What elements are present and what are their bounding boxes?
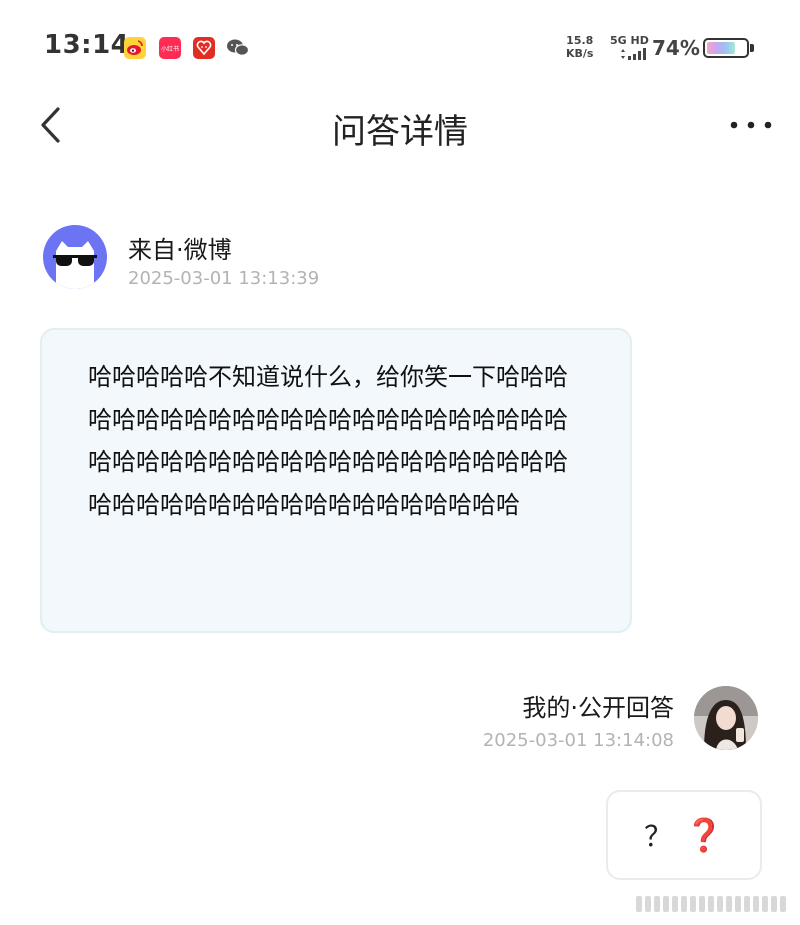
network-type: 5G HD	[610, 34, 649, 47]
network-speed-unit: KB/s	[566, 47, 594, 60]
more-dots-icon	[730, 121, 772, 129]
status-bar: 13:14 小红书 15.8 KB/s 5G HD 74%	[0, 0, 800, 92]
asker-avatar[interactable]	[43, 225, 107, 289]
svg-text:小红书: 小红书	[161, 45, 179, 53]
watermark-logo	[636, 896, 786, 912]
user-photo-icon	[694, 686, 758, 750]
network-speed-value: 15.8	[566, 34, 594, 47]
question-text: 哈哈哈哈哈不知道说什么，给你笑一下哈哈哈哈哈哈哈哈哈哈哈哈哈哈哈哈哈哈哈哈哈哈哈…	[88, 363, 568, 519]
more-button[interactable]	[724, 110, 778, 140]
anonymous-cat-sunglasses-icon	[53, 241, 97, 289]
answer-source: 我的·公开回答	[522, 694, 674, 722]
my-avatar[interactable]	[694, 686, 758, 750]
question-source: 来自·微博	[128, 236, 232, 264]
answer-timestamp: 2025-03-01 13:14:08	[482, 730, 674, 751]
battery-level	[707, 42, 736, 54]
status-time: 13:14	[44, 30, 130, 60]
answer-bubble: ？ ❓	[606, 790, 762, 880]
signal-icon	[621, 48, 646, 60]
question-timestamp: 2025-03-01 13:13:39	[128, 268, 320, 289]
battery-icon	[703, 38, 749, 58]
wechat-icon	[226, 37, 250, 59]
pinduoduo-icon	[193, 37, 215, 59]
answer-text: ？	[644, 820, 673, 853]
page-title: 问答详情	[332, 112, 468, 152]
question-bubble: 哈哈哈哈哈不知道说什么，给你笑一下哈哈哈哈哈哈哈哈哈哈哈哈哈哈哈哈哈哈哈哈哈哈哈…	[40, 328, 632, 633]
network-speed: 15.8 KB/s	[566, 34, 593, 60]
xiaohongshu-icon: 小红书	[159, 37, 181, 59]
red-question-mark-emoji: ❓	[684, 816, 724, 854]
weibo-icon	[124, 37, 146, 59]
battery-tip	[750, 44, 754, 52]
battery-percent: 74%	[652, 36, 700, 60]
